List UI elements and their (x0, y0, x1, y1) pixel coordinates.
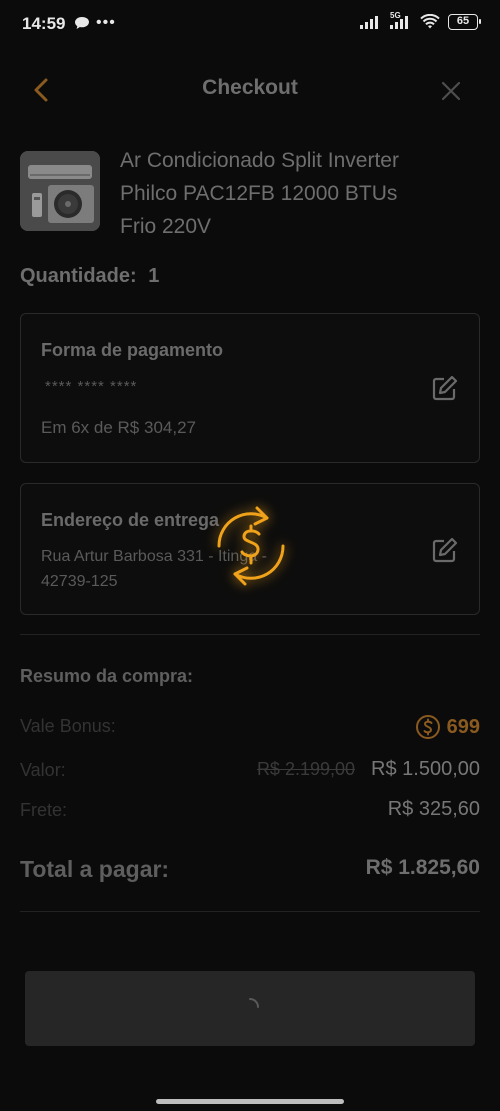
currency-exchange-icon (217, 506, 285, 586)
notification-icons: ••• (74, 14, 116, 32)
address-postal-code: 42739-125 (41, 573, 118, 590)
home-indicator[interactable] (156, 1099, 344, 1104)
shipping-value: R$ 325,60 (387, 798, 480, 820)
edit-icon (432, 537, 458, 563)
quantity: Quantidade: 1 (20, 265, 159, 288)
product-name-line: Philco PAC12FB 12000 BTUs (120, 182, 398, 205)
address-title: Endereço de entrega (41, 510, 220, 530)
installments-text: Em 6x de R$ 304,27 (41, 418, 196, 437)
product-name: Ar Condicionado Split Inverter Philco PA… (120, 144, 450, 243)
divider (20, 634, 480, 635)
divider (20, 911, 480, 912)
quantity-label: Quantidade: (20, 265, 137, 287)
message-icon (75, 17, 89, 29)
price-value: R$ 2.199,00 R$ 1.500,00 (257, 758, 480, 781)
network-label: 5G (390, 11, 401, 20)
quantity-value: 1 (148, 265, 160, 287)
bonus-label: Vale Bonus: (20, 716, 116, 736)
shipping-label: Frete: (20, 800, 68, 820)
edit-address-button[interactable] (431, 536, 459, 564)
close-button[interactable] (438, 78, 464, 104)
product-image (20, 151, 100, 231)
loading-spinner-icon (249, 998, 259, 1008)
payment-title: Forma de pagamento (41, 340, 224, 360)
status-right: 5G 65 (360, 11, 481, 30)
bonus-value: 699 (415, 714, 480, 740)
battery-level: 65 (456, 15, 470, 27)
product-name-line: Frio 220V (120, 215, 212, 238)
price-label: Valor: (20, 760, 66, 780)
close-icon (441, 81, 461, 101)
wifi-icon (420, 14, 440, 29)
product-name-line: Ar Condicionado Split Inverter (120, 149, 399, 172)
more-icon: ••• (96, 14, 116, 31)
edit-icon (432, 375, 458, 401)
card-number-mask: **** **** **** (45, 378, 138, 395)
edit-payment-button[interactable] (431, 374, 459, 402)
confirm-payment-button[interactable] (25, 971, 475, 1046)
status-time: 14:59 (22, 14, 66, 33)
original-price: R$ 2.199,00 (256, 759, 356, 779)
page-title: Checkout (202, 76, 298, 99)
summary-title: Resumo da compra: (20, 666, 194, 686)
air-conditioner-image (20, 151, 100, 231)
bonus-amount: 699 (446, 715, 480, 738)
discounted-price: R$ 1.500,00 (371, 758, 480, 780)
loading-overlay (207, 500, 295, 592)
total-value: R$ 1.825,60 (365, 856, 480, 879)
total-label: Total a pagar: (20, 856, 170, 882)
signal-icon (360, 16, 378, 29)
battery-icon: 65 (448, 14, 481, 30)
coin-icon (415, 715, 440, 739)
payment-method-card[interactable]: Forma de pagamento **** **** **** Em 6x … (20, 313, 480, 463)
